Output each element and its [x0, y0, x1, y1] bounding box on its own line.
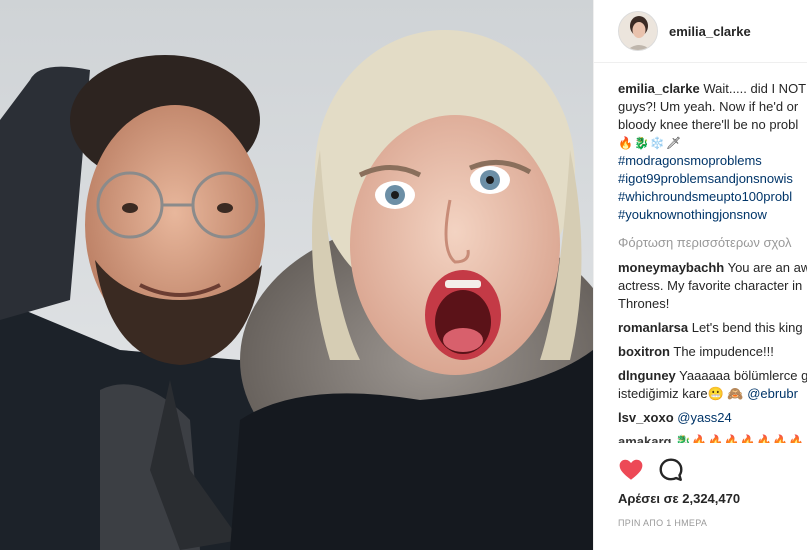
comment-text: The impudence!!! [673, 344, 774, 359]
load-more-comments-link[interactable]: Φόρτωση περισσότερων σχολ [618, 234, 807, 252]
hashtag-link[interactable]: #modragonsmoproblems [618, 152, 807, 170]
avatar[interactable] [618, 11, 658, 51]
post-photo[interactable] [0, 0, 593, 550]
comment-username[interactable]: boxitron [618, 344, 670, 359]
comment-text: Thrones! [618, 296, 670, 311]
comment-text: Let's bend this king [691, 320, 803, 335]
hashtag-link[interactable]: #igot99problemsandjonsnowis [618, 170, 807, 188]
comment-text: You are an aw [727, 260, 807, 275]
caption: emilia_clarke Wait..... did I NOT guys?!… [618, 80, 807, 224]
caption-text: Wait..... did I NOT [703, 81, 807, 96]
caption-line-1: emilia_clarke Wait..... did I NOT [618, 80, 807, 98]
comment-item: lsv_xoxo @yass24 [618, 409, 807, 427]
comments-section: emilia_clarke Wait..... did I NOT guys?!… [594, 63, 807, 443]
comment-username[interactable]: dlnguney [618, 368, 676, 383]
post-header: emilia_clarke [594, 0, 807, 63]
comment-item: romanlarsa Let's bend this king [618, 319, 807, 337]
likes-count[interactable]: Αρέσει σε 2,324,470 [618, 491, 740, 506]
comment-text: 🐉🔥🔥🔥🔥🔥🔥🔥🔥 [675, 434, 807, 443]
hashtag-link[interactable]: #youknownothingjonsnow [618, 206, 807, 224]
post-timestamp[interactable]: ΠΡΙΝ ΑΠΟ 1 ΗΜΕΡΑ [618, 518, 707, 528]
comment-text: Yaaaaaa bölümlerce g [679, 368, 807, 383]
caption-line-2: guys?! Um yeah. Now if he'd or [618, 99, 799, 114]
heart-icon[interactable] [618, 457, 644, 483]
comment-item: moneymaybachh You are an aw actress. My … [618, 259, 807, 313]
caption-username[interactable]: emilia_clarke [618, 81, 700, 96]
comment-item: amakarg 🐉🔥🔥🔥🔥🔥🔥🔥🔥 [618, 433, 807, 443]
header-username[interactable]: emilia_clarke [669, 24, 751, 39]
comment-text: actress. My favorite character in [618, 278, 803, 293]
comment-username[interactable]: lsv_xoxo [618, 410, 674, 425]
comment-text: istediğimiz kare😬 🙈 [618, 386, 748, 401]
comment-mention[interactable]: @ebrubr [747, 386, 798, 401]
comment-item: dlnguney Yaaaaaa bölümlerce g istediğimi… [618, 367, 807, 403]
post-sidebar: emilia_clarke emilia_clarke Wait..... di… [593, 0, 807, 550]
caption-line-3: bloody knee there'll be no probl [618, 117, 799, 132]
speech-bubble-icon[interactable] [658, 457, 684, 483]
caption-emojis: 🔥🐉❄️🗡 [618, 136, 683, 150]
selfie-image [0, 0, 593, 550]
comment-username[interactable]: moneymaybachh [618, 260, 724, 275]
comment-username[interactable]: amakarg [618, 434, 671, 443]
post-actions [618, 457, 698, 483]
comment-item: boxitron The impudence!!! [618, 343, 807, 361]
comment-mention[interactable]: @yass24 [677, 410, 731, 425]
comment-username[interactable]: romanlarsa [618, 320, 688, 335]
hashtag-link[interactable]: #whichroundsmeupto100probl [618, 188, 807, 206]
